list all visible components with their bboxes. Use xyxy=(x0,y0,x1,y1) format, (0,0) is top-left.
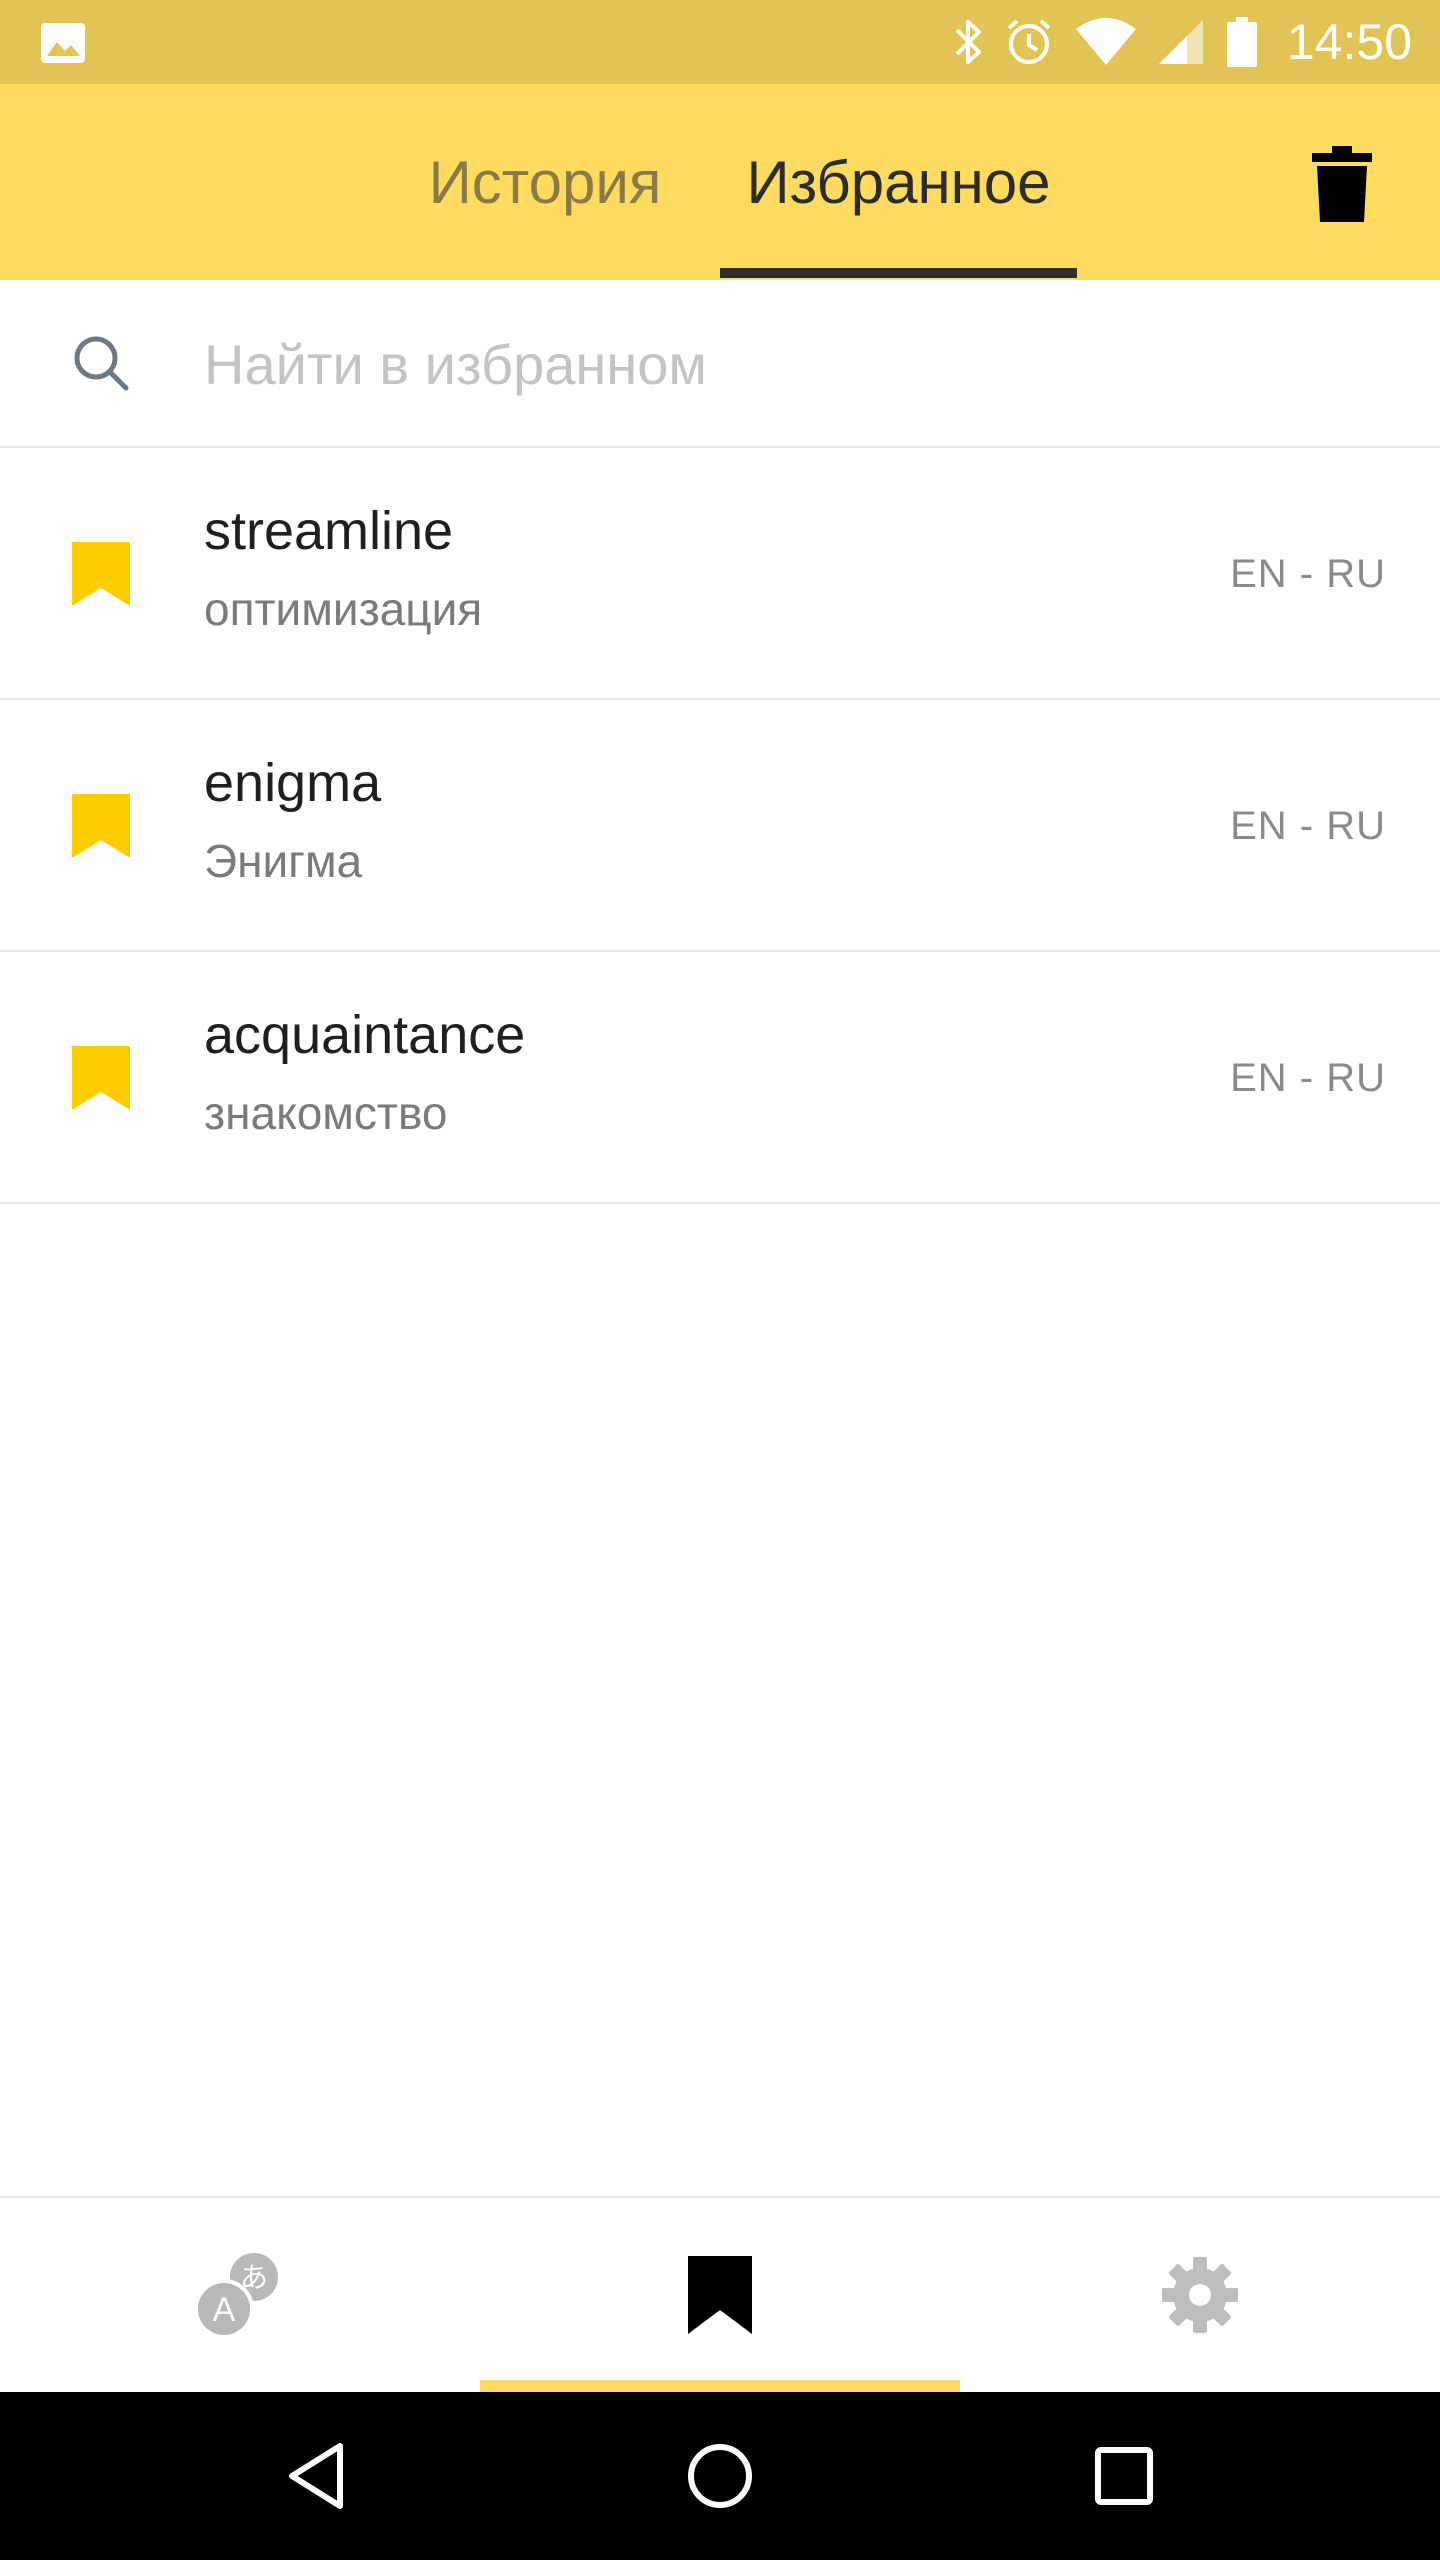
bluetooth-icon xyxy=(955,20,981,64)
nav-translate-button[interactable]: あ A xyxy=(0,2198,480,2392)
list-item-word: acquaintance xyxy=(204,1005,526,1065)
list-item-translation: оптимизация xyxy=(204,583,483,635)
list-item-word: streamline xyxy=(204,501,454,561)
list-item-word: enigma xyxy=(204,753,382,813)
search-icon xyxy=(74,336,129,391)
wifi-icon xyxy=(1075,18,1136,65)
back-button[interactable] xyxy=(246,2392,386,2560)
list-item[interactable]: streamline оптимизация EN - RU xyxy=(0,448,1440,700)
nav-favorites-button[interactable] xyxy=(480,2198,960,2392)
system-navigation-bar xyxy=(0,2392,1440,2560)
home-icon xyxy=(688,2444,752,2508)
back-icon xyxy=(289,2443,343,2509)
recents-icon xyxy=(1095,2447,1153,2505)
bookmark-icon[interactable] xyxy=(72,1046,130,1110)
bookmark-icon[interactable] xyxy=(72,542,130,606)
tab-history[interactable]: История xyxy=(400,84,690,280)
tab-favorites[interactable]: Избранное xyxy=(720,84,1077,280)
tab-header: История Избранное xyxy=(0,84,1440,280)
bookmark-icon[interactable] xyxy=(72,794,130,858)
list-item-translation: знакомство xyxy=(204,1087,448,1139)
status-time: 14:50 xyxy=(1286,14,1412,70)
translate-icon: あ A xyxy=(194,2249,282,2339)
list-item-translation: Энигма xyxy=(204,835,363,887)
recents-button[interactable] xyxy=(1054,2392,1194,2560)
bottom-navigation: あ A xyxy=(0,2196,1440,2394)
battery-icon xyxy=(1226,17,1257,67)
signal-icon xyxy=(1158,20,1203,64)
status-bar: 14:50 xyxy=(0,0,1440,84)
status-icons: 14:50 xyxy=(953,0,1412,84)
image-icon xyxy=(41,23,85,63)
trash-icon xyxy=(1312,146,1372,222)
bookmark-icon xyxy=(688,2256,752,2334)
favorites-list: streamline оптимизация EN - RU enigma Эн… xyxy=(0,448,1440,1204)
list-item-language-pair: EN - RU xyxy=(1230,804,1386,848)
nav-settings-button[interactable] xyxy=(960,2198,1440,2392)
list-item[interactable]: acquaintance знакомство EN - RU xyxy=(0,952,1440,1204)
search-bar xyxy=(0,280,1440,448)
active-tab-indicator xyxy=(720,268,1077,278)
alarm-icon xyxy=(1007,19,1051,64)
list-item-language-pair: EN - RU xyxy=(1230,552,1386,596)
clear-favorites-button[interactable] xyxy=(1300,140,1384,228)
list-item-language-pair: EN - RU xyxy=(1230,1056,1386,1100)
home-button[interactable] xyxy=(650,2392,790,2560)
settings-icon xyxy=(1162,2257,1238,2333)
svg-text:A: A xyxy=(213,2291,236,2329)
search-input[interactable] xyxy=(204,314,1384,414)
list-item[interactable]: enigma Энигма EN - RU xyxy=(0,700,1440,952)
